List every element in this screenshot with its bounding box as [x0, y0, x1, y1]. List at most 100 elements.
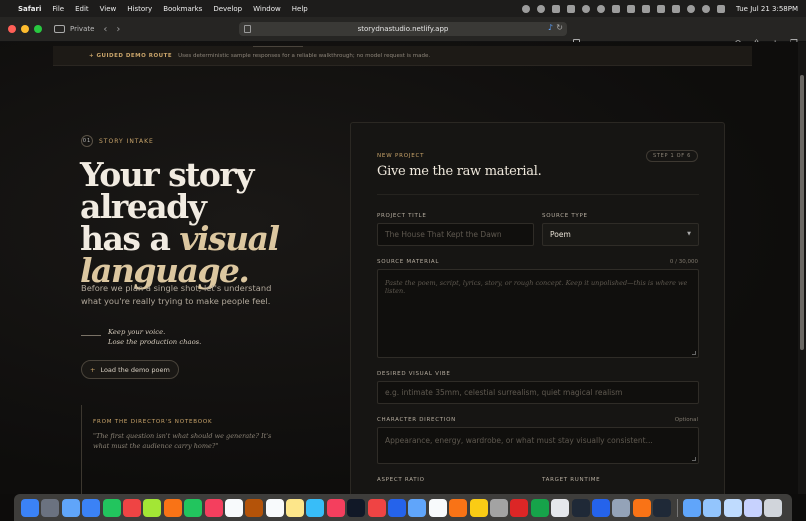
dock-app-icon[interactable] — [265, 498, 284, 517]
battery-icon[interactable] — [672, 4, 681, 13]
page-scrollbar[interactable] — [798, 42, 806, 494]
dock-app-icon[interactable] — [21, 498, 39, 517]
source-material-textarea[interactable]: Paste the poem, script, lyrics, story, o… — [377, 269, 699, 358]
wifi-icon[interactable] — [687, 4, 696, 13]
menu-bar: Safari File Edit View History Bookmarks … — [0, 0, 806, 17]
dock-app-icon[interactable] — [326, 498, 345, 517]
keyboard-input-icon[interactable] — [657, 4, 666, 13]
visual-vibe-input[interactable]: e.g. intimate 35mm, celestial surrealism… — [377, 381, 699, 404]
dock-app-icon[interactable] — [632, 498, 651, 517]
control-center-icon[interactable] — [717, 4, 726, 13]
dock-app-icon[interactable] — [306, 498, 325, 517]
resize-handle-icon[interactable] — [692, 351, 696, 355]
section-label: STORY INTAKE — [99, 137, 154, 145]
dock-app-icon[interactable] — [163, 498, 182, 517]
menu-history[interactable]: History — [127, 5, 152, 13]
dock-app-icon[interactable] — [510, 498, 529, 517]
guided-demo-banner: + GUIDED DEMO ROUTE Uses deterministic s… — [53, 46, 752, 66]
dock-app-icon[interactable] — [367, 498, 386, 517]
form-eyebrow: NEW PROJECT — [377, 153, 425, 159]
dock-folder-icon[interactable] — [744, 498, 763, 517]
audio-icon[interactable]: ♪ — [548, 23, 553, 32]
dock-app-icon[interactable] — [428, 498, 447, 517]
status-app-icon[interactable] — [582, 4, 591, 13]
dock-app-icon[interactable] — [551, 498, 570, 517]
url-text[interactable]: storydnastudio.netlify.app — [358, 25, 449, 33]
scrollbar-thumb[interactable] — [800, 75, 804, 350]
dock-folder-icon[interactable] — [682, 498, 701, 517]
dock-app-icon[interactable] — [469, 498, 488, 517]
close-window-button[interactable] — [8, 25, 16, 33]
menu-help[interactable]: Help — [292, 5, 308, 13]
dock-app-icon[interactable] — [286, 498, 305, 517]
address-bar[interactable]: storydnastudio.netlify.app ♪ ↻ — [239, 22, 567, 36]
display-icon[interactable] — [627, 4, 636, 13]
hero-line-1: Your story already — [80, 155, 254, 226]
browser-toolbar: Private ‹ › storydnastudio.netlify.app ♪… — [0, 17, 806, 49]
source-material-label: SOURCE MATERIAL — [377, 259, 440, 265]
dock-folder-icon[interactable] — [723, 498, 742, 517]
aspect-ratio-label: ASPECT RATIO — [377, 477, 425, 483]
menu-file[interactable]: File — [52, 5, 64, 13]
volume-icon[interactable] — [612, 4, 621, 13]
dock-app-icon[interactable] — [122, 498, 141, 517]
dock-app-icon[interactable] — [224, 498, 243, 517]
menu-edit[interactable]: Edit — [75, 5, 89, 13]
menu-app-name[interactable]: Safari — [18, 5, 41, 13]
menu-window[interactable]: Window — [253, 5, 281, 13]
back-icon[interactable]: ‹ — [103, 24, 107, 35]
source-type-select[interactable]: Poem ▼ — [542, 223, 699, 246]
dock-app-icon[interactable] — [245, 498, 264, 517]
load-demo-poem-label: Load the demo poem — [100, 365, 170, 374]
character-direction-textarea[interactable]: Appearance, energy, wardrobe, or what mu… — [377, 427, 699, 464]
character-direction-label: CHARACTER DIRECTION — [377, 417, 456, 423]
section-number: 01 — [81, 135, 93, 147]
dock-app-icon[interactable] — [449, 498, 468, 517]
zoom-window-button[interactable] — [34, 25, 42, 33]
menu-view[interactable]: View — [100, 5, 117, 13]
dock-folder-icon[interactable] — [703, 498, 722, 517]
dock-app-icon[interactable] — [143, 498, 162, 517]
dock-app-icon[interactable] — [102, 498, 121, 517]
reload-icon[interactable]: ↻ — [556, 23, 563, 32]
dock-app-icon[interactable] — [571, 498, 590, 517]
search-icon[interactable] — [702, 4, 711, 13]
project-title-input[interactable]: The House That Kept the Dawn — [377, 223, 534, 246]
dock-app-icon[interactable] — [489, 498, 508, 517]
dock-app-icon[interactable] — [41, 498, 60, 517]
status-area: Tue Jul 21 3:58PM — [522, 4, 798, 13]
dock-app-icon[interactable] — [82, 498, 101, 517]
dock-app-icon[interactable] — [653, 498, 672, 517]
status-app-icon[interactable] — [522, 4, 531, 13]
menu-develop[interactable]: Develop — [213, 5, 242, 13]
load-demo-poem-button[interactable]: + Load the demo poem — [81, 360, 179, 379]
source-type-label: SOURCE TYPE — [542, 213, 588, 219]
dock-folder-icon[interactable] — [764, 498, 783, 517]
dock-app-icon[interactable] — [204, 498, 223, 517]
form-title: Give me the raw material. — [377, 164, 542, 179]
window-controls — [8, 25, 42, 33]
screen-mirror-icon[interactable] — [642, 4, 651, 13]
dock-app-icon[interactable] — [184, 498, 203, 517]
dock-app-icon[interactable] — [612, 498, 631, 517]
banner-accent-line — [253, 46, 303, 47]
hero-heading: Your story already has a visual language… — [80, 158, 320, 287]
status-app-icon[interactable] — [552, 4, 561, 13]
dock-app-icon[interactable] — [530, 498, 549, 517]
resize-handle-icon[interactable] — [692, 457, 696, 461]
private-label: Private — [70, 25, 95, 33]
status-app-icon[interactable] — [567, 4, 576, 13]
forward-icon[interactable]: › — [116, 24, 120, 35]
dock-app-icon[interactable] — [591, 498, 610, 517]
status-app-icon[interactable] — [597, 4, 606, 13]
sidebar-toggle-icon[interactable] — [54, 25, 65, 33]
dock-app-icon[interactable] — [61, 498, 80, 517]
character-direction-optional: Optional — [674, 417, 698, 423]
menu-bookmarks[interactable]: Bookmarks — [163, 5, 202, 13]
minimize-window-button[interactable] — [21, 25, 29, 33]
dock-app-icon[interactable] — [388, 498, 407, 517]
dock-app-icon[interactable] — [408, 498, 427, 517]
status-app-icon[interactable] — [537, 4, 546, 13]
menu-clock[interactable]: Tue Jul 21 3:58PM — [736, 5, 798, 13]
dock-app-icon[interactable] — [347, 498, 366, 517]
